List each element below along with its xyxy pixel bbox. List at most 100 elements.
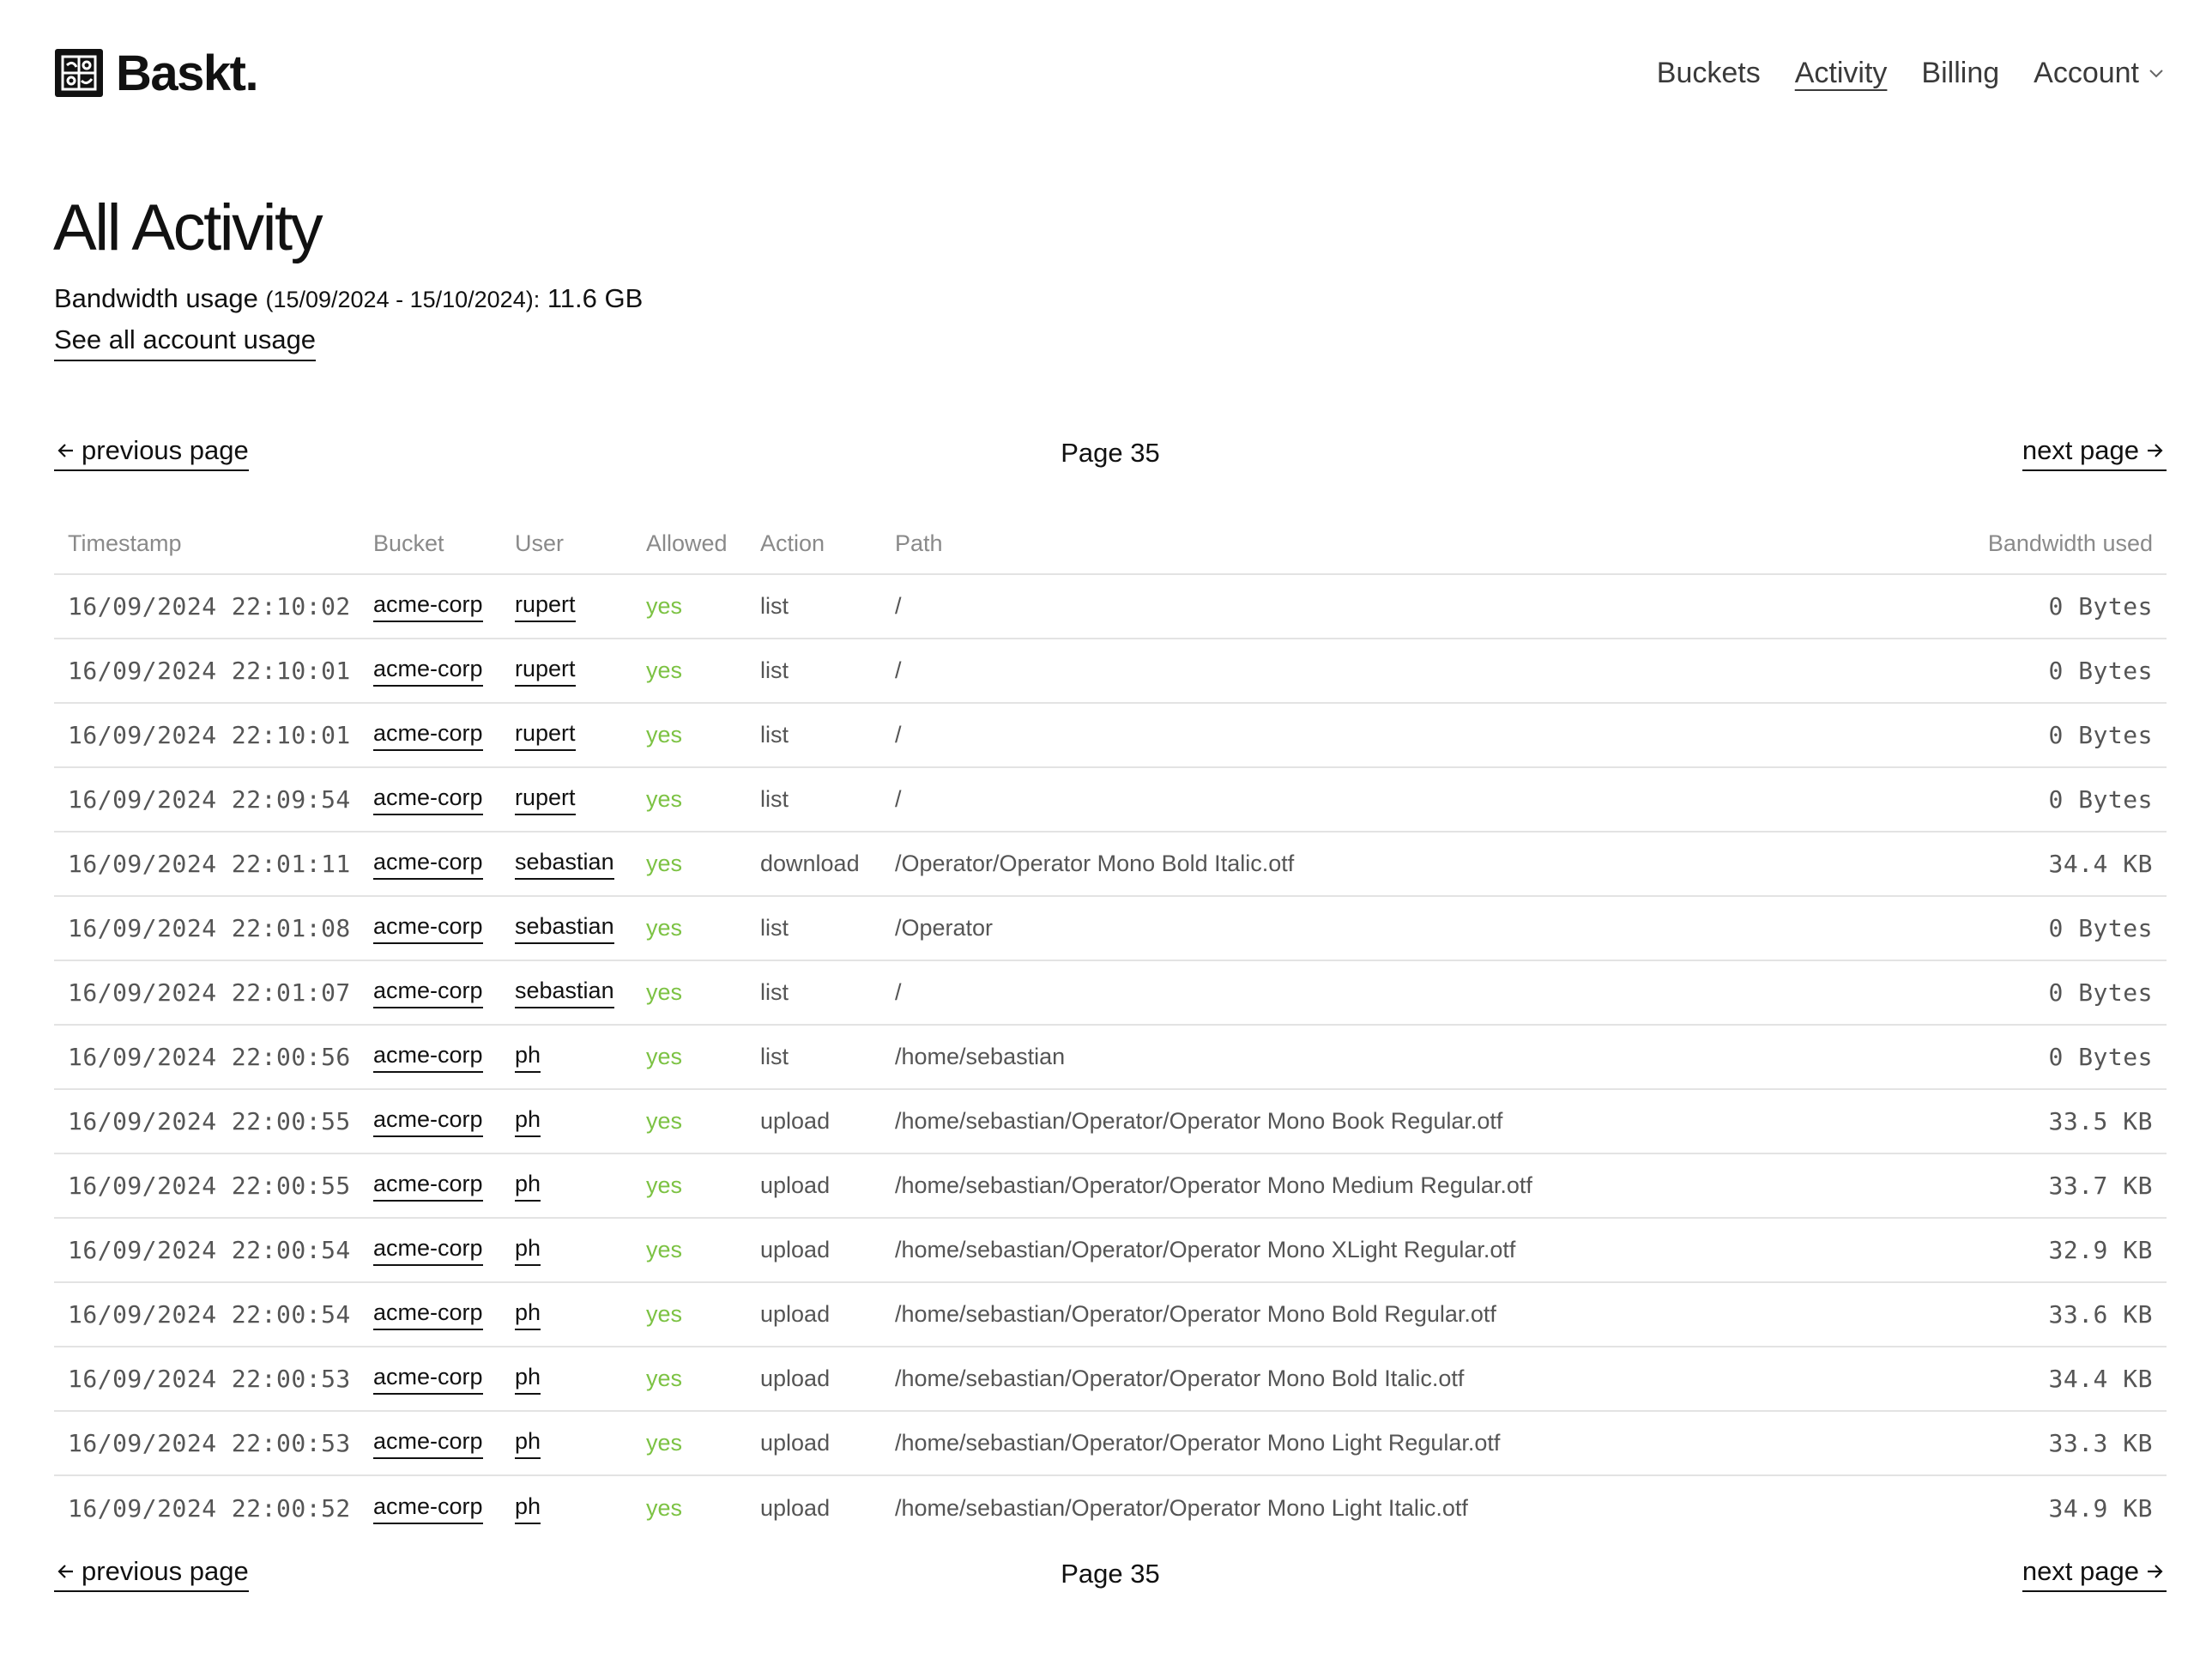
row-allowed: yes [646, 1365, 683, 1391]
activity-table: Timestamp Bucket User Allowed Action Pat… [54, 513, 2167, 1541]
baskt-logo-icon [55, 49, 103, 97]
row-user-link[interactable]: ph [515, 1106, 541, 1137]
previous-page-link[interactable]: previous page [54, 1556, 249, 1592]
row-user-link[interactable]: ph [515, 1042, 541, 1073]
row-user-link[interactable]: rupert [515, 591, 576, 622]
row-action: upload [760, 1495, 831, 1521]
row-allowed: yes [646, 1430, 683, 1456]
table-row: 16/09/2024 22:00:54 acme-corp ph yes upload /… [54, 1219, 2167, 1283]
row-user-link[interactable]: ph [515, 1235, 541, 1266]
row-allowed: yes [646, 593, 683, 619]
row-bucket-link[interactable]: acme-corp [373, 913, 483, 944]
row-action: list [760, 786, 789, 812]
bandwidth-label: Bandwidth usage [54, 283, 258, 313]
header-allowed: Allowed [646, 530, 728, 556]
row-allowed: yes [646, 851, 683, 876]
row-timestamp: 16/09/2024 22:00:54 [68, 1236, 351, 1264]
row-bucket-link[interactable]: acme-corp [373, 1364, 483, 1395]
next-page-link[interactable]: next page [2022, 435, 2167, 471]
previous-page-link[interactable]: previous page [54, 435, 249, 471]
previous-page-label: previous page [82, 435, 249, 465]
row-path: / [895, 786, 902, 812]
row-bandwidth: 34.4 KB [2048, 1365, 2153, 1393]
row-path: /Operator/Operator Mono Bold Italic.otf [895, 851, 1295, 876]
next-page-link[interactable]: next page [2022, 1556, 2167, 1592]
row-bandwidth: 0 Bytes [2048, 592, 2153, 621]
arrow-right-icon [2148, 444, 2163, 457]
table-row: 16/09/2024 22:00:53 acme-corp ph yes upload /… [54, 1412, 2167, 1476]
pagination-bottom: previous page Page 35 next page [54, 1553, 2167, 1595]
row-user-link[interactable]: rupert [515, 784, 576, 815]
row-user-link[interactable]: sebastian [515, 849, 614, 880]
row-bandwidth: 0 Bytes [2048, 721, 2153, 749]
table-row: 16/09/2024 22:01:08 acme-corp sebastian yes… [54, 897, 2167, 961]
header-path: Path [895, 530, 943, 556]
row-bucket-link[interactable]: acme-corp [373, 1428, 483, 1459]
row-timestamp: 16/09/2024 22:01:08 [68, 914, 351, 942]
account-usage-link[interactable]: See all account usage [54, 324, 317, 361]
row-bandwidth: 0 Bytes [2048, 785, 2153, 814]
brand[interactable]: Baskt. [54, 45, 259, 102]
row-action: upload [760, 1365, 831, 1391]
table-row: 16/09/2024 22:00:55 acme-corp ph yes upload /… [54, 1090, 2167, 1154]
row-timestamp: 16/09/2024 22:10:02 [68, 592, 351, 621]
table-row: 16/09/2024 22:10:01 acme-corp rupert yes lis… [54, 704, 2167, 768]
table-row: 16/09/2024 22:01:07 acme-corp sebastian yes… [54, 961, 2167, 1026]
header-action: Action [760, 530, 825, 556]
row-path: / [895, 979, 902, 1005]
next-page-label: next page [2022, 435, 2139, 465]
nav-item-activity[interactable]: Activity [1795, 57, 1888, 90]
row-allowed: yes [646, 657, 683, 683]
row-bucket-link[interactable]: acme-corp [373, 1106, 483, 1137]
header-bucket: Bucket [373, 530, 444, 556]
row-allowed: yes [646, 722, 683, 748]
row-user-link[interactable]: sebastian [515, 978, 614, 1008]
row-action: list [760, 1044, 789, 1069]
arrow-left-icon [57, 444, 73, 457]
nav-item-buckets[interactable]: Buckets [1657, 57, 1761, 90]
table-row: 16/09/2024 22:01:11 acme-corp sebastian yes… [54, 833, 2167, 897]
row-bandwidth: 33.7 KB [2048, 1172, 2153, 1200]
bandwidth-range: (15/09/2024 - 15/10/2024): [265, 287, 541, 312]
row-bucket-link[interactable]: acme-corp [373, 1299, 483, 1330]
row-bucket-link[interactable]: acme-corp [373, 591, 483, 622]
row-user-link[interactable]: ph [515, 1171, 541, 1202]
row-path: /home/sebastian/Operator/Operator Mono B… [895, 1301, 1496, 1327]
chevron-down-icon [2149, 70, 2163, 78]
row-bandwidth: 0 Bytes [2048, 657, 2153, 685]
table-header: Timestamp Bucket User Allowed Action Pat… [54, 513, 2167, 575]
row-bucket-link[interactable]: acme-corp [373, 1235, 483, 1266]
arrow-right-icon [2148, 1565, 2163, 1578]
row-bucket-link[interactable]: acme-corp [373, 1493, 483, 1524]
row-allowed: yes [646, 1044, 683, 1069]
table-row: 16/09/2024 22:00:53 acme-corp ph yes upload /… [54, 1347, 2167, 1412]
row-bucket-link[interactable]: acme-corp [373, 1042, 483, 1073]
row-bucket-link[interactable]: acme-corp [373, 656, 483, 687]
row-user-link[interactable]: rupert [515, 720, 576, 751]
row-bandwidth: 33.3 KB [2048, 1429, 2153, 1457]
table-body: 16/09/2024 22:10:02 acme-corp rupert yes lis… [54, 575, 2167, 1541]
row-timestamp: 16/09/2024 22:10:01 [68, 721, 351, 749]
row-bucket-link[interactable]: acme-corp [373, 720, 483, 751]
nav-item-billing[interactable]: Billing [1921, 57, 1999, 90]
row-user-link[interactable]: sebastian [515, 913, 614, 944]
row-bucket-link[interactable]: acme-corp [373, 849, 483, 880]
row-user-link[interactable]: rupert [515, 656, 576, 687]
row-user-link[interactable]: ph [515, 1364, 541, 1395]
row-bandwidth: 34.4 KB [2048, 850, 2153, 878]
row-bucket-link[interactable]: acme-corp [373, 978, 483, 1008]
row-allowed: yes [646, 786, 683, 812]
row-timestamp: 16/09/2024 22:01:11 [68, 850, 351, 878]
nav-item-account-label: Account [2034, 56, 2139, 89]
row-bucket-link[interactable]: acme-corp [373, 784, 483, 815]
row-user-link[interactable]: ph [515, 1428, 541, 1459]
row-action: list [760, 722, 789, 748]
row-timestamp: 16/09/2024 22:00:52 [68, 1494, 351, 1523]
row-bandwidth: 33.5 KB [2048, 1107, 2153, 1135]
main-nav: Buckets Activity Billing Account [1657, 57, 2167, 90]
nav-item-account[interactable]: Account [2034, 57, 2167, 90]
row-user-link[interactable]: ph [515, 1493, 541, 1524]
row-user-link[interactable]: ph [515, 1299, 541, 1330]
row-bucket-link[interactable]: acme-corp [373, 1171, 483, 1202]
row-action: list [760, 915, 789, 941]
